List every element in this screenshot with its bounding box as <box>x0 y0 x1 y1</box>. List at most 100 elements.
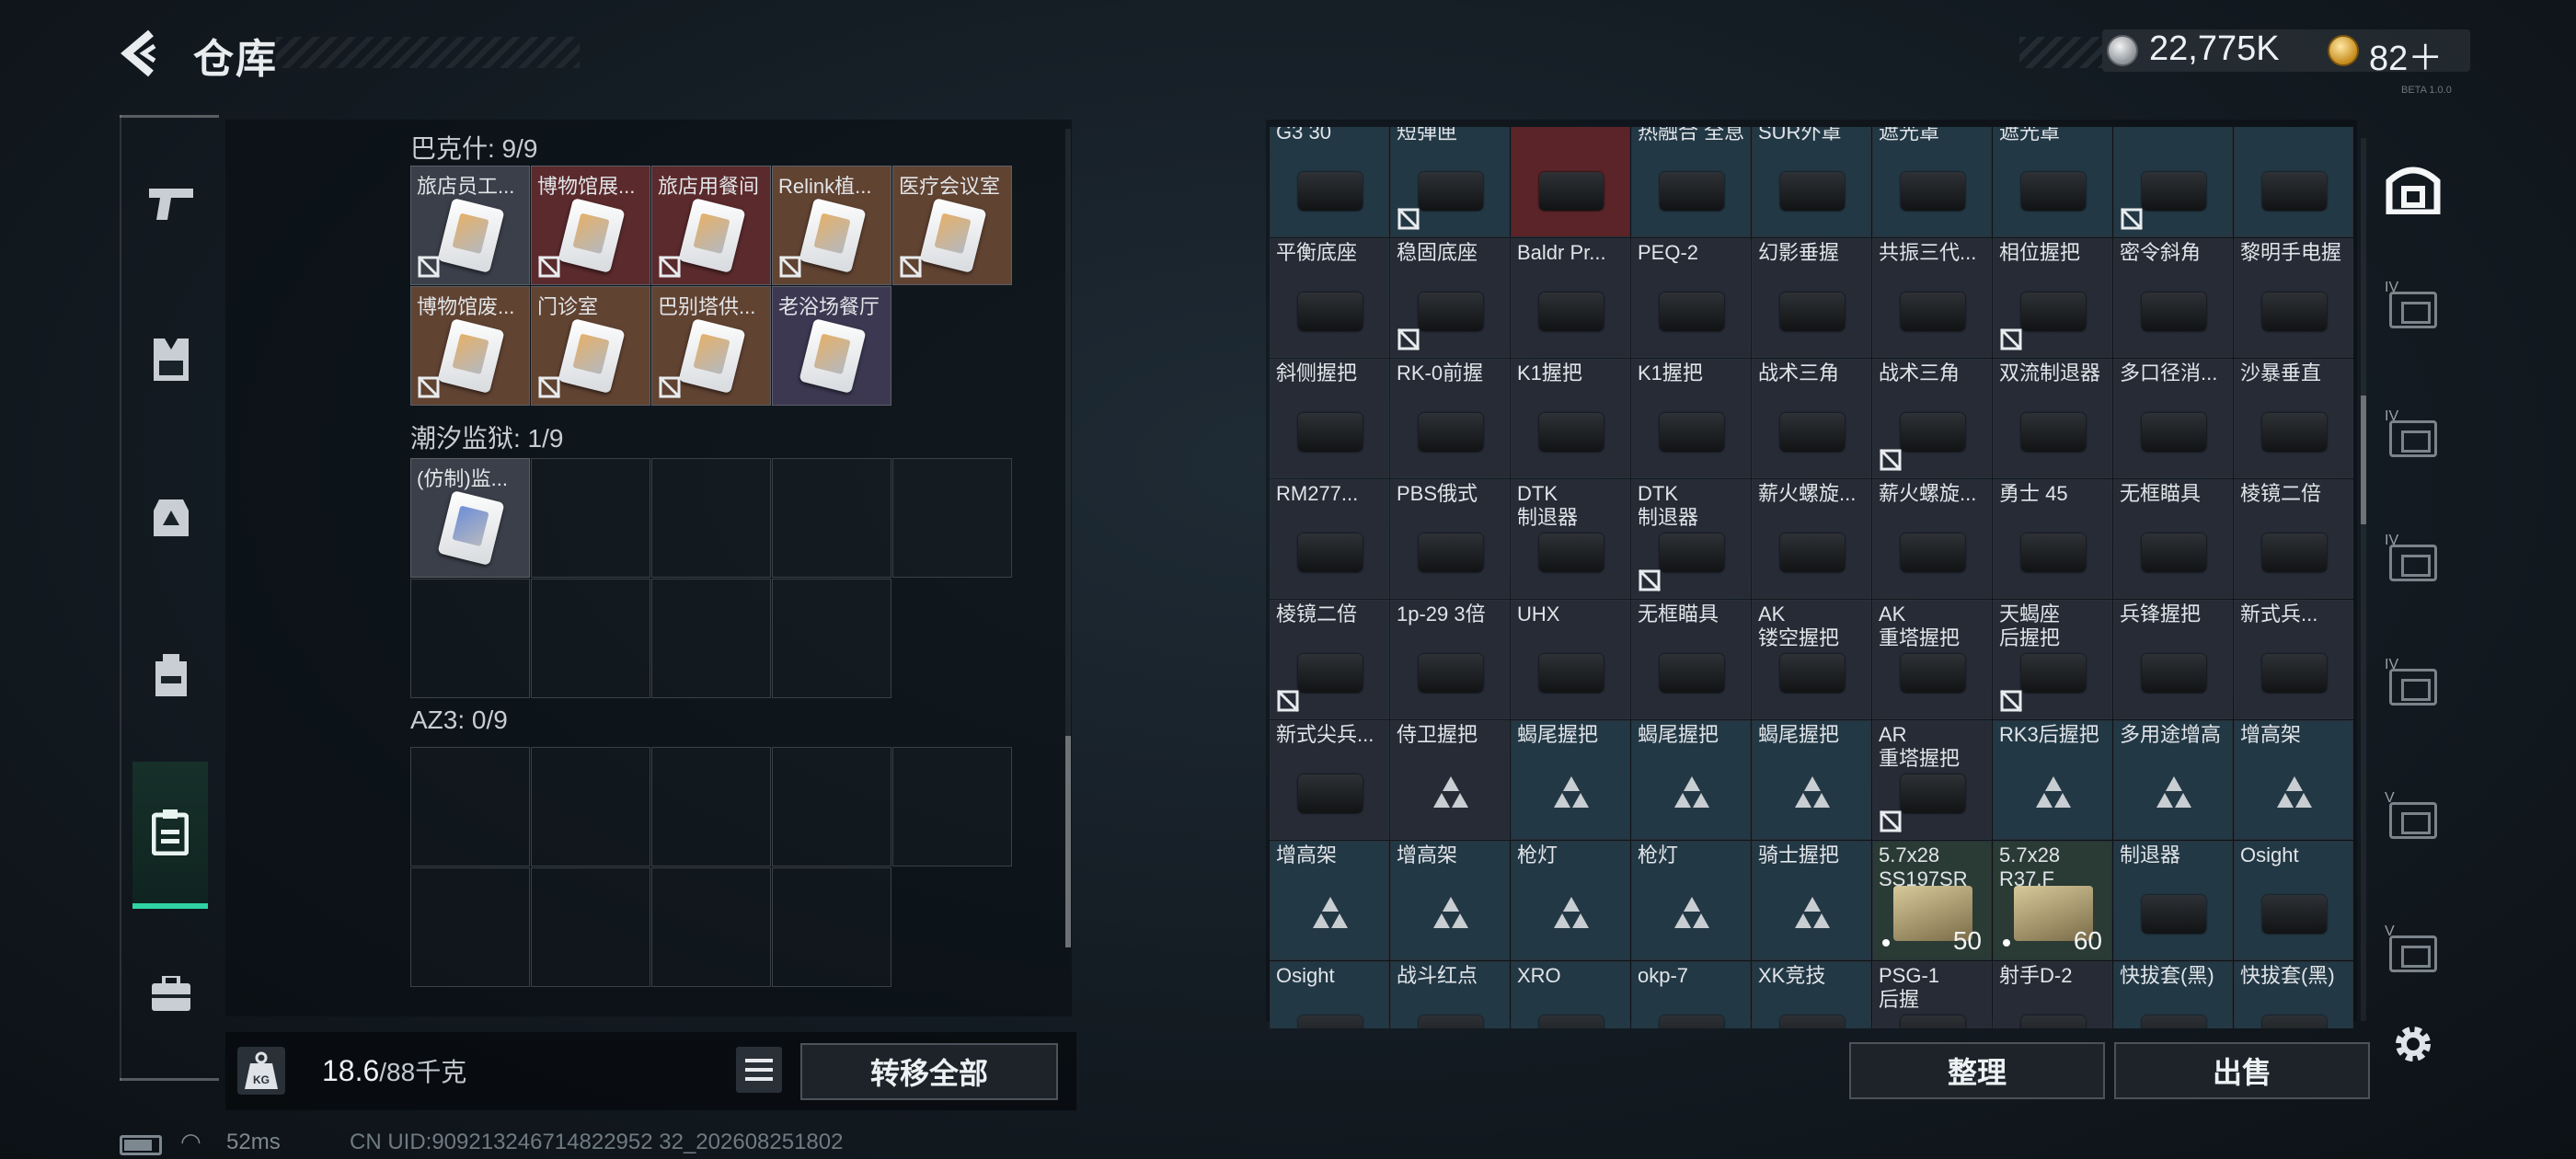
item-cell[interactable]: 战术三角 <box>1872 359 1992 478</box>
item-cell[interactable]: 新式兵... <box>2234 600 2353 719</box>
item-cell[interactable]: 双流制退器 <box>1993 359 2112 478</box>
item-cell[interactable]: RM277... <box>1270 479 1389 599</box>
item-cell[interactable]: 黎明手电握 <box>2234 238 2353 358</box>
keycard-slot[interactable]: 博物馆废... <box>410 286 530 406</box>
item-cell[interactable]: 幻影垂握 <box>1752 238 1871 358</box>
transfer-all-button[interactable]: 转移全部 <box>800 1043 1058 1100</box>
empty-keycard-slot[interactable] <box>772 458 891 578</box>
item-cell[interactable]: 密令斜角 <box>2113 238 2233 358</box>
sidebar-item-armor[interactable] <box>129 317 213 402</box>
item-cell[interactable]: 共振三代... <box>1872 238 1992 358</box>
empty-keycard-slot[interactable] <box>531 747 650 866</box>
item-cell[interactable]: 短弹匣 <box>1390 127 1510 237</box>
right-nav-tier-2[interactable]: IV <box>2379 405 2447 473</box>
item-cell[interactable]: 增高架 <box>1390 841 1510 960</box>
keycard-slot[interactable]: 老浴场餐厅 <box>772 286 891 406</box>
item-cell[interactable]: 快拔套(黑) <box>2113 961 2233 1028</box>
premium-currency[interactable]: 82＋ <box>2369 29 2443 80</box>
keycard-slot[interactable]: 巴别塔供... <box>651 286 771 406</box>
item-cell[interactable]: K1握把 <box>1631 359 1751 478</box>
item-cell[interactable]: PEQ-2 <box>1631 238 1751 358</box>
item-cell[interactable]: 相位握把 <box>1993 238 2112 358</box>
empty-keycard-slot[interactable] <box>531 867 650 987</box>
empty-keycard-slot[interactable] <box>531 458 650 578</box>
item-cell[interactable]: 快拔套(黑) <box>2234 961 2353 1028</box>
right-nav-tier-5[interactable]: V <box>2379 786 2447 855</box>
keycard-slot[interactable]: (仿制)监... <box>410 458 530 578</box>
keycard-slot[interactable]: 门诊室 <box>531 286 650 406</box>
inventory-scroll-thumb[interactable] <box>2361 396 2366 524</box>
inventory-scrollbar[interactable] <box>2361 138 2366 1021</box>
sidebar-item-keycards[interactable] <box>132 762 208 909</box>
item-cell[interactable]: Osight <box>2234 841 2353 960</box>
right-nav-tier-3[interactable]: IV <box>2379 529 2447 597</box>
item-cell[interactable]: 稳固底座 <box>1390 238 1510 358</box>
item-cell[interactable] <box>2234 127 2353 237</box>
right-nav-tier-1[interactable]: IV <box>2379 276 2447 344</box>
empty-keycard-slot[interactable] <box>410 579 530 698</box>
item-cell[interactable]: 薪火螺旋... <box>1752 479 1871 599</box>
empty-keycard-slot[interactable] <box>772 867 891 987</box>
item-cell[interactable]: 战斗红点 <box>1390 961 1510 1028</box>
item-cell[interactable]: 增高架 <box>1270 841 1389 960</box>
empty-keycard-slot[interactable] <box>651 579 771 698</box>
item-cell[interactable]: 蝎尾握把 <box>1752 720 1871 840</box>
item-cell[interactable]: 棱镜二倍 <box>1270 600 1389 719</box>
item-cell[interactable]: PSG-1 后握 <box>1872 961 1992 1028</box>
keycard-slot[interactable]: Relink植... <box>772 166 891 285</box>
item-cell[interactable]: 多口径消... <box>2113 359 2233 478</box>
item-cell[interactable]: 勇士 45 <box>1993 479 2112 599</box>
item-cell[interactable]: K1握把 <box>1511 359 1630 478</box>
item-cell[interactable]: RK-0前握 <box>1390 359 1510 478</box>
settings-button[interactable] <box>2388 1019 2438 1069</box>
sidebar-item-backpack[interactable] <box>129 633 213 717</box>
empty-keycard-slot[interactable] <box>531 579 650 698</box>
item-cell[interactable]: G3 30 <box>1270 127 1389 237</box>
back-button[interactable] <box>118 28 169 79</box>
stash-scroll-thumb[interactable] <box>1065 736 1071 947</box>
keycard-slot[interactable]: 博物馆展... <box>531 166 650 285</box>
item-cell[interactable]: SUR外罩 <box>1752 127 1871 237</box>
empty-keycard-slot[interactable] <box>410 747 530 866</box>
item-cell[interactable]: AR 重塔握把 <box>1872 720 1992 840</box>
empty-keycard-slot[interactable] <box>651 867 771 987</box>
item-cell[interactable]: 制退器 <box>2113 841 2233 960</box>
item-cell[interactable]: 骑士握把 <box>1752 841 1871 960</box>
item-cell[interactable]: AK 重塔握把 <box>1872 600 1992 719</box>
item-cell[interactable]: 棱镜二倍 <box>2234 479 2353 599</box>
item-cell[interactable]: 平衡底座 <box>1270 238 1389 358</box>
item-cell[interactable]: okp-7 <box>1631 961 1751 1028</box>
item-cell[interactable]: 5.7x28 R37.F 60 <box>1993 841 2112 960</box>
item-cell[interactable]: 遮光罩 <box>1872 127 1992 237</box>
item-cell[interactable]: 战术三角 <box>1752 359 1871 478</box>
item-cell[interactable]: 热融合 全息 <box>1631 127 1751 237</box>
item-cell[interactable]: 射手D-2 <box>1993 961 2112 1028</box>
item-cell[interactable]: UHX <box>1511 600 1630 719</box>
right-nav-tier-6[interactable]: V <box>2379 920 2447 988</box>
empty-keycard-slot[interactable] <box>651 747 771 866</box>
sidebar-item-weapons[interactable] <box>129 161 213 246</box>
item-cell[interactable]: 薪火螺旋... <box>1872 479 1992 599</box>
sort-button[interactable]: 整理 <box>1849 1042 2105 1099</box>
item-cell[interactable]: RK3后握把 <box>1993 720 2112 840</box>
item-cell[interactable]: 5.7x28 SS197SR 50 <box>1872 841 1992 960</box>
right-nav-tier-4[interactable]: IV <box>2379 653 2447 721</box>
item-cell[interactable]: 兵锋握把 <box>2113 600 2233 719</box>
item-cell[interactable] <box>2113 127 2233 237</box>
sidebar-item-helmet[interactable] <box>129 474 213 558</box>
item-cell[interactable]: 增高架 <box>2234 720 2353 840</box>
empty-keycard-slot[interactable] <box>772 579 891 698</box>
item-cell[interactable]: 遮光罩 <box>1993 127 2112 237</box>
right-nav-all[interactable] <box>2379 155 2447 223</box>
item-cell[interactable]: 新式尖兵... <box>1270 720 1389 840</box>
item-cell[interactable]: 天蝎座 后握把 <box>1993 600 2112 719</box>
item-cell[interactable]: PBS俄式 <box>1390 479 1510 599</box>
keycard-slot[interactable]: 医疗会议室 <box>892 166 1012 285</box>
item-cell[interactable]: Osight <box>1270 961 1389 1028</box>
keycard-slot[interactable]: 旅店用餐间 <box>651 166 771 285</box>
empty-keycard-slot[interactable] <box>772 747 891 866</box>
item-cell[interactable]: 多用途增高 <box>2113 720 2233 840</box>
item-cell[interactable]: 无框瞄具 <box>1631 600 1751 719</box>
item-cell[interactable]: 侍卫握把 <box>1390 720 1510 840</box>
list-view-button[interactable] <box>736 1047 782 1093</box>
